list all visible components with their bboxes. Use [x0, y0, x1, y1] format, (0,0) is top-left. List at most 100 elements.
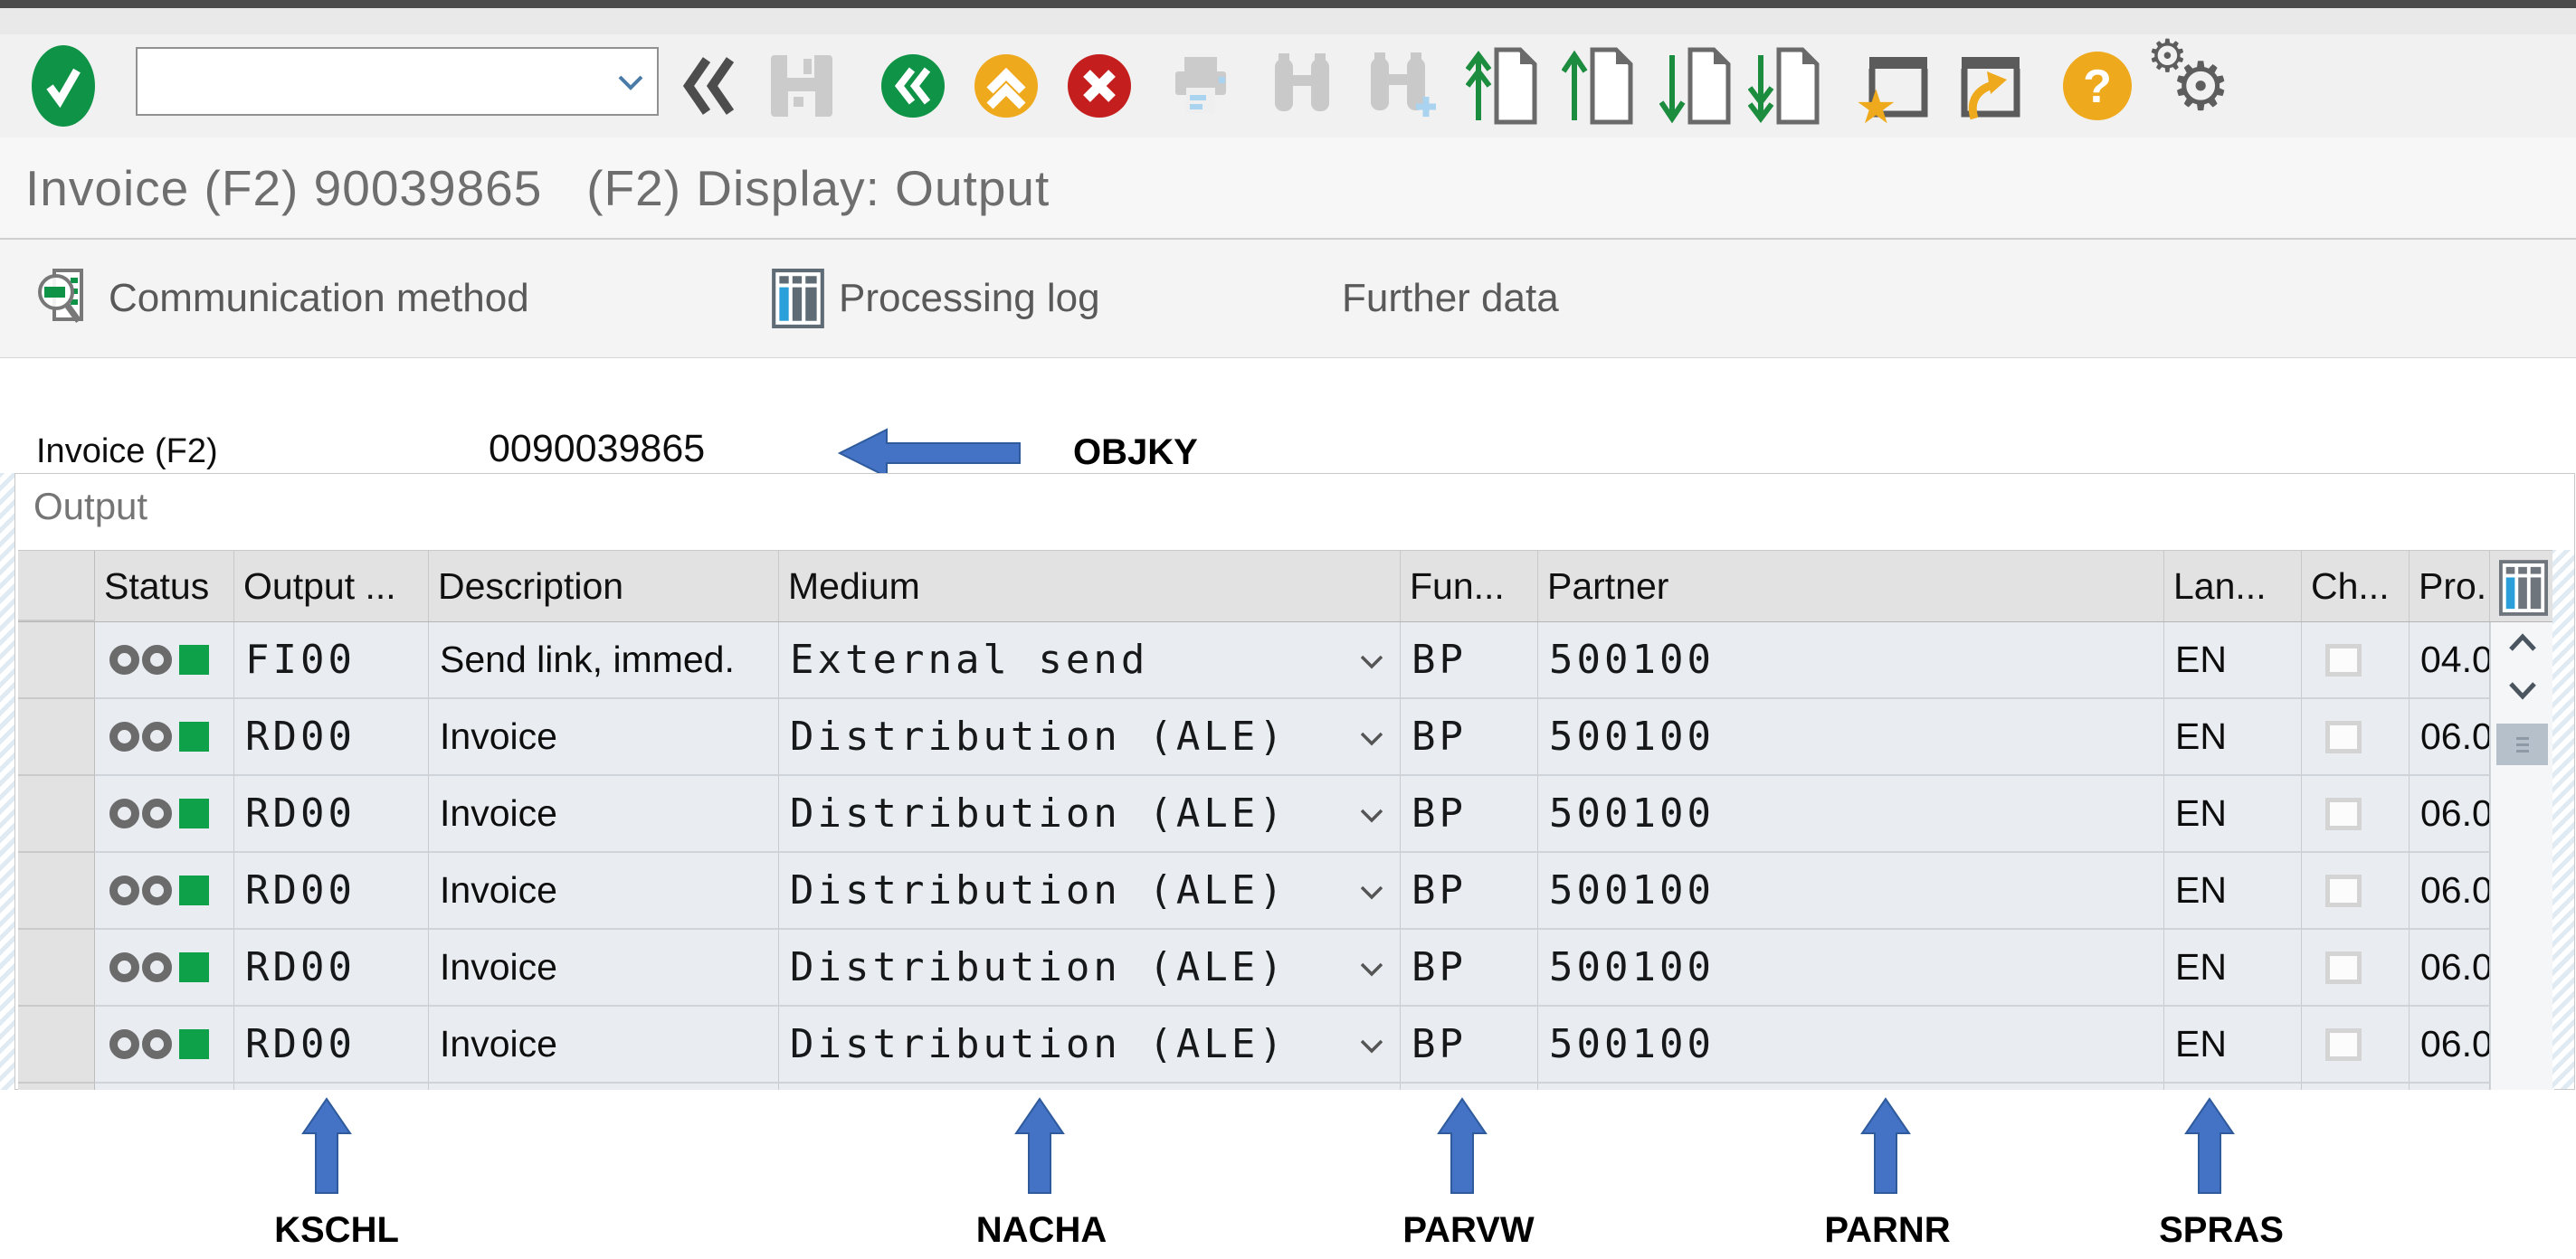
dropdown-icon[interactable]	[1360, 809, 1383, 823]
processing-date-cell[interactable]: 06.0	[2410, 930, 2490, 1007]
output-type-cell[interactable]: RD00	[234, 930, 429, 1007]
language-cell[interactable]: EN	[2164, 853, 2302, 930]
header-status[interactable]: Status	[95, 551, 234, 621]
partner-cell[interactable]: 500100	[1538, 699, 2164, 776]
row-selector[interactable]	[18, 699, 95, 776]
find-next-button[interactable]	[1355, 34, 1446, 137]
output-type-cell[interactable]: RD00	[234, 699, 429, 776]
command-field[interactable]	[136, 47, 659, 116]
processing-date-cell[interactable]: 06.0	[2410, 776, 2490, 853]
header-function[interactable]: Fun...	[1401, 551, 1538, 621]
communication-method-button[interactable]: Communication method	[36, 240, 529, 357]
enter-button[interactable]	[27, 34, 100, 137]
table-row[interactable]: FI00 Send link, immed. External send BP …	[18, 622, 2553, 699]
print-button[interactable]	[1160, 34, 1241, 137]
partner-cell[interactable]: 500100	[1538, 930, 2164, 1007]
processing-log-button[interactable]: Processing log	[772, 240, 1100, 357]
output-type-cell[interactable]: RD00	[234, 1007, 429, 1084]
output-type-cell[interactable]: RD00	[234, 776, 429, 853]
last-page-button[interactable]	[1743, 34, 1830, 137]
header-output-type[interactable]: Output ...	[234, 551, 429, 621]
medium-cell[interactable]: Distribution (ALE)	[779, 699, 1401, 776]
medium-cell[interactable]: External send	[779, 622, 1401, 699]
previous-page-button[interactable]	[1556, 34, 1643, 137]
partner-cell[interactable]: 500100	[1538, 622, 2164, 699]
partner-cell[interactable]: 500100	[1538, 853, 2164, 930]
change-checkbox[interactable]	[2325, 644, 2362, 677]
language-cell[interactable]: EN	[2164, 1007, 2302, 1084]
description-cell[interactable]: Invoice	[429, 699, 779, 776]
partner-cell[interactable]: 500100	[1538, 1007, 2164, 1084]
language-cell[interactable]: EN	[2164, 930, 2302, 1007]
table-settings-button[interactable]	[2495, 557, 2552, 619]
table-row[interactable]: RD00 Invoice Distribution (ALE) BP 50010…	[18, 930, 2553, 1007]
processing-date-cell[interactable]: 06.0	[2410, 853, 2490, 930]
function-cell[interactable]: BP	[1401, 1007, 1538, 1084]
function-cell[interactable]: BP	[1401, 776, 1538, 853]
cancel-button[interactable]	[1060, 34, 1138, 137]
language-cell[interactable]: EN	[2164, 622, 2302, 699]
change-checkbox[interactable]	[2325, 951, 2362, 984]
medium-cell[interactable]: Distribution (ALE)	[779, 853, 1401, 930]
scroll-up-icon[interactable]	[2507, 633, 2538, 653]
language-cell[interactable]: EN	[2164, 699, 2302, 776]
first-page-button[interactable]	[1460, 34, 1547, 137]
save-button[interactable]	[758, 34, 845, 137]
change-checkbox[interactable]	[2325, 875, 2362, 907]
change-checkbox[interactable]	[2325, 798, 2362, 830]
dropdown-icon[interactable]	[1360, 655, 1383, 669]
find-button[interactable]	[1261, 34, 1343, 137]
row-selector[interactable]	[18, 622, 95, 699]
table-row[interactable]: RD00 Invoice Distribution (ALE) BP 50010…	[18, 853, 2553, 930]
function-cell[interactable]: BP	[1401, 930, 1538, 1007]
header-selector[interactable]	[18, 551, 95, 621]
next-page-button[interactable]	[1654, 34, 1741, 137]
header-change[interactable]: Ch...	[2302, 551, 2410, 621]
back-button[interactable]	[874, 34, 952, 137]
vertical-scrollbar[interactable]	[2490, 622, 2554, 1090]
description-cell[interactable]: Invoice	[429, 930, 779, 1007]
row-selector[interactable]	[18, 853, 95, 930]
exit-button[interactable]	[967, 34, 1045, 137]
header-processing[interactable]: Pro...	[2410, 551, 2490, 621]
function-cell[interactable]: BP	[1401, 699, 1538, 776]
command-input[interactable]	[145, 54, 601, 109]
medium-cell[interactable]: Distribution (ALE)	[779, 930, 1401, 1007]
table-row[interactable]: RD00 Invoice Distribution (ALE) BP 50010…	[18, 776, 2553, 853]
dropdown-icon[interactable]	[1360, 1039, 1383, 1054]
row-selector[interactable]	[18, 1007, 95, 1084]
output-type-cell[interactable]: RD00	[234, 853, 429, 930]
help-button[interactable]: ?	[2056, 34, 2139, 137]
description-cell[interactable]: Send link, immed.	[429, 622, 779, 699]
dropdown-icon[interactable]	[1360, 962, 1383, 977]
create-shortcut-button[interactable]	[1947, 34, 2034, 137]
scrollbar-thumb[interactable]	[2496, 724, 2548, 765]
function-cell[interactable]: BP	[1401, 853, 1538, 930]
partner-cell[interactable]: 500100	[1538, 776, 2164, 853]
processing-date-cell[interactable]: 06.0	[2410, 1007, 2490, 1084]
output-type-cell[interactable]: FI00	[234, 622, 429, 699]
change-checkbox[interactable]	[2325, 721, 2362, 753]
description-cell[interactable]: Invoice	[429, 853, 779, 930]
function-cell[interactable]: BP	[1401, 622, 1538, 699]
change-checkbox[interactable]	[2325, 1028, 2362, 1061]
language-cell[interactable]: EN	[2164, 776, 2302, 853]
header-language[interactable]: Lan...	[2164, 551, 2302, 621]
table-row[interactable]: RD00 Invoice Distribution (ALE) BP 50010…	[18, 699, 2553, 776]
row-selector[interactable]	[18, 776, 95, 853]
further-data-button[interactable]: Further data	[1342, 240, 1559, 357]
table-row[interactable]: RD00 Invoice Distribution (ALE) BP 50010…	[18, 1007, 2553, 1084]
scroll-down-icon[interactable]	[2507, 680, 2538, 700]
header-description[interactable]: Description	[429, 551, 779, 621]
command-dropdown-icon[interactable]	[617, 74, 644, 90]
header-partner[interactable]: Partner	[1538, 551, 2164, 621]
processing-date-cell[interactable]: 04.0	[2410, 622, 2490, 699]
new-session-button[interactable]: ★	[1855, 34, 1942, 137]
row-selector[interactable]	[18, 930, 95, 1007]
medium-cell[interactable]: Distribution (ALE)	[779, 1007, 1401, 1084]
processing-date-cell[interactable]: 06.0	[2410, 699, 2490, 776]
dropdown-icon[interactable]	[1360, 885, 1383, 900]
dropdown-icon[interactable]	[1360, 732, 1383, 746]
header-medium[interactable]: Medium	[779, 551, 1401, 621]
customize-layout-button[interactable]: ⚙ ⚙	[2141, 34, 2240, 137]
